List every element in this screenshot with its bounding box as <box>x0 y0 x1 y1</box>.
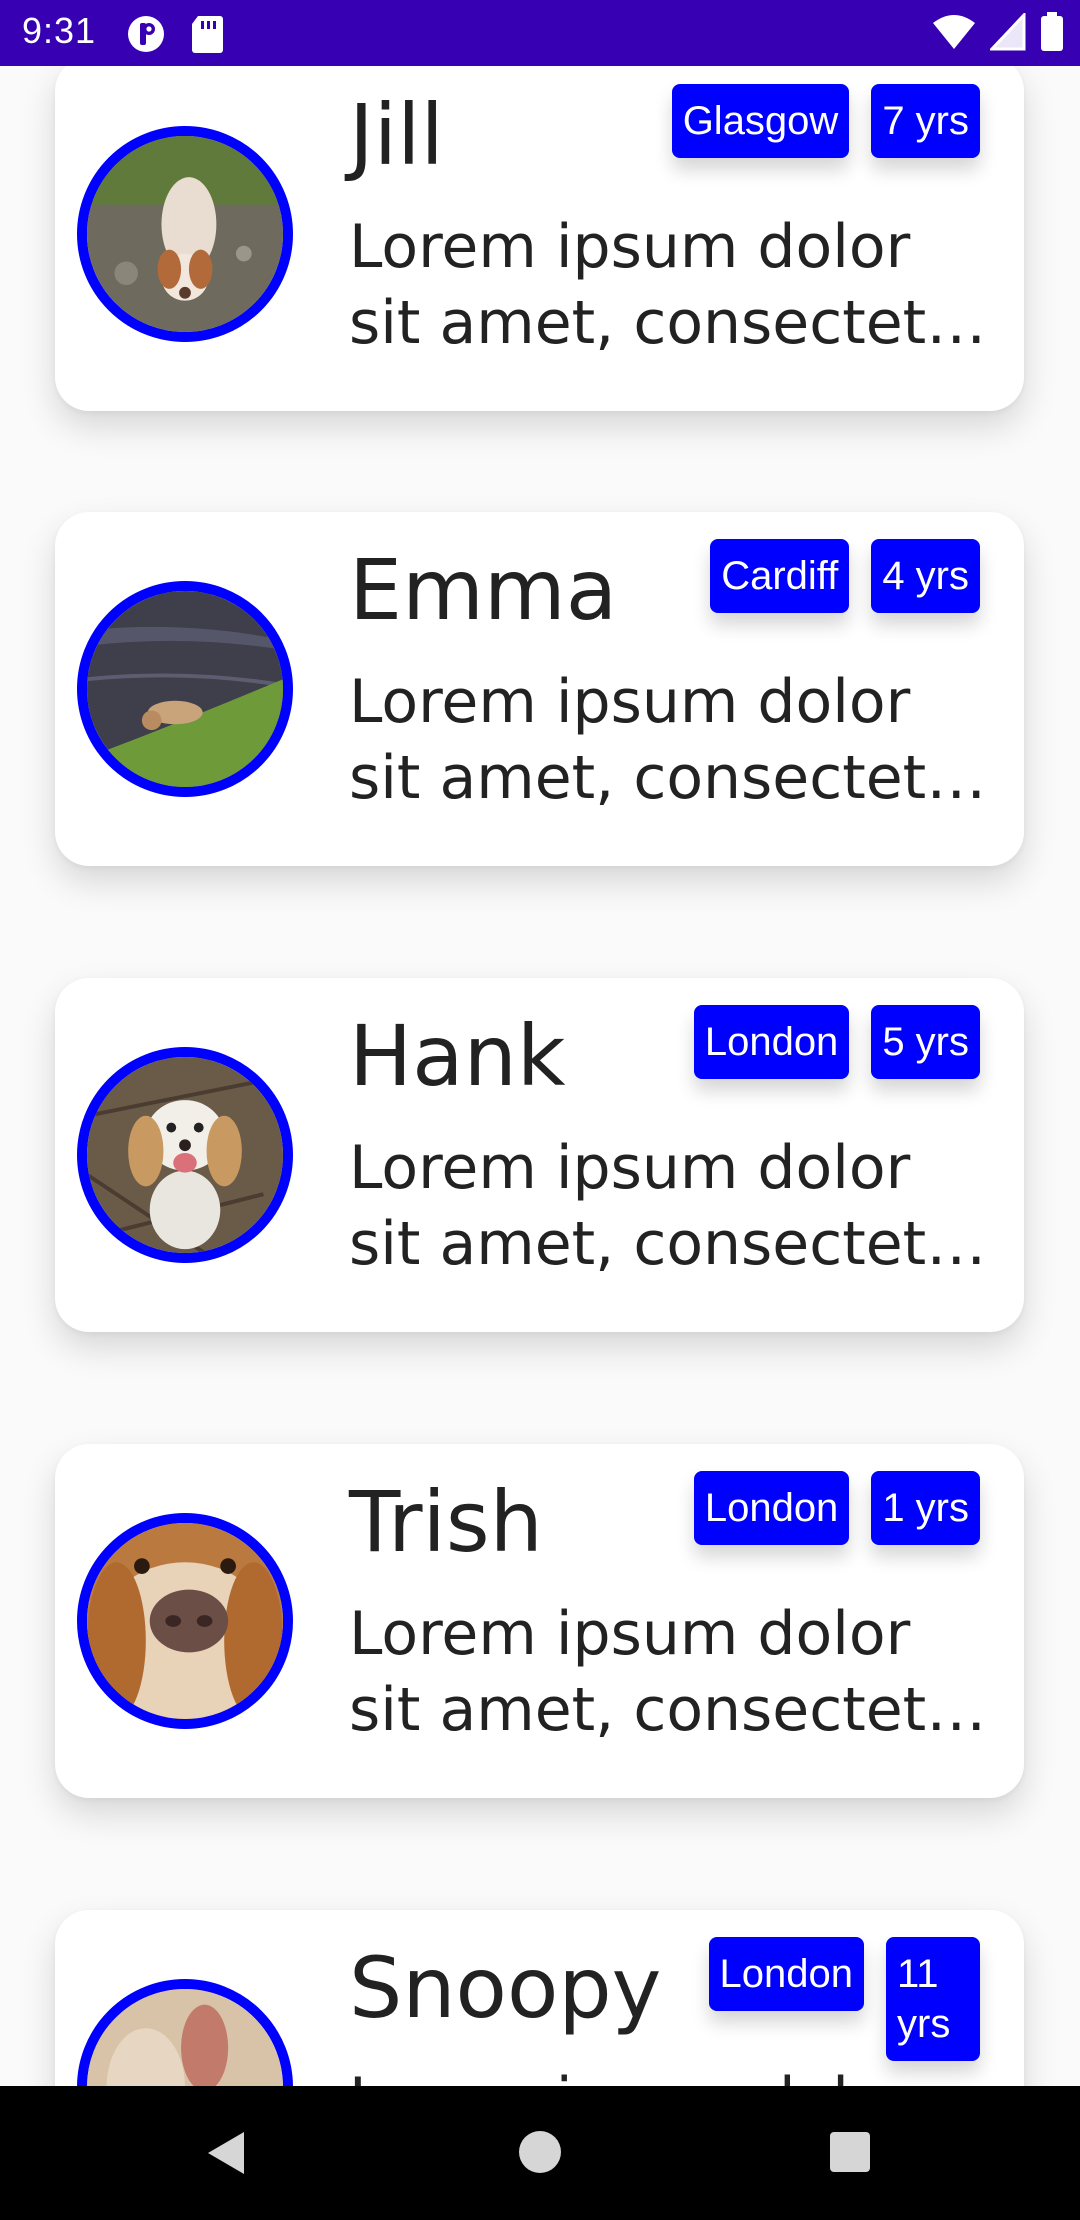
badge-group: Cardiff 4 yrs <box>710 539 980 613</box>
dog-avatar <box>77 1513 293 1729</box>
dog-card-snoopy[interactable]: Snoopy London 11 yrs Lorem ipsum dolor s… <box>55 1910 1024 2086</box>
dog-name: Emma <box>349 541 618 639</box>
status-time: 9:31 <box>22 10 97 51</box>
dog-card-jill[interactable]: Jill Glasgow 7 yrs Lorem ipsum dolor sit… <box>55 66 1024 411</box>
dog-avatar <box>77 126 293 342</box>
dog-name: Hank <box>349 1007 566 1105</box>
wifi-icon <box>932 13 976 55</box>
dog-name: Snoopy <box>349 1939 662 2037</box>
signal-icon <box>988 11 1026 55</box>
dog-name: Trish <box>349 1473 543 1571</box>
badge-group: London 11 yrs <box>708 1937 980 2061</box>
badge-group: Glasgow 7 yrs <box>671 84 980 158</box>
back-icon[interactable] <box>204 2128 248 2182</box>
battery-icon <box>1040 12 1064 56</box>
navigation-bar <box>0 2086 1080 2220</box>
dog-description: Lorem ipsum dolor sit amet, consectetur … <box>349 1133 989 1279</box>
home-icon[interactable] <box>518 2130 562 2178</box>
badge-group: London 1 yrs <box>693 1471 980 1545</box>
dog-avatar <box>77 1047 293 1263</box>
dog-description: Lorem ipsum dolor sit amet, consectetur … <box>349 2062 994 2086</box>
age-badge: 1 yrs <box>871 1471 980 1545</box>
dog-card-hank[interactable]: Hank London 5 yrs Lorem ipsum dolor sit … <box>55 978 1024 1332</box>
age-badge: 5 yrs <box>871 1005 980 1079</box>
badge-group: London 5 yrs <box>693 1005 980 1079</box>
age-badge: 11 yrs <box>886 1937 980 2061</box>
dog-card-emma[interactable]: Emma Cardiff 4 yrs Lorem ipsum dolor sit… <box>55 512 1024 866</box>
dog-avatar <box>77 581 293 797</box>
location-badge: Glasgow <box>671 84 850 158</box>
location-badge: London <box>708 1937 864 2011</box>
dog-name: Jill <box>349 86 444 184</box>
dog-description: Lorem ipsum dolor sit amet, consectetur … <box>349 667 989 813</box>
age-badge: 4 yrs <box>871 539 980 613</box>
location-badge: Cardiff <box>710 539 850 613</box>
dog-description: Lorem ipsum dolor sit amet, consectetur … <box>349 1599 989 1745</box>
location-badge: London <box>693 1471 850 1545</box>
dog-list[interactable]: Jill Glasgow 7 yrs Lorem ipsum dolor sit… <box>0 66 1080 2086</box>
dog-description: Lorem ipsum dolor sit amet, consectetur … <box>349 212 989 358</box>
recents-icon[interactable] <box>828 2130 872 2178</box>
age-badge: 7 yrs <box>871 84 980 158</box>
pinterest-like-icon <box>126 14 166 58</box>
dog-card-trish[interactable]: Trish London 1 yrs Lorem ipsum dolor sit… <box>55 1444 1024 1798</box>
dog-avatar <box>77 1979 293 2086</box>
location-badge: London <box>693 1005 850 1079</box>
status-bar: 9:31 <box>0 0 1080 66</box>
sd-card-icon <box>190 14 224 58</box>
